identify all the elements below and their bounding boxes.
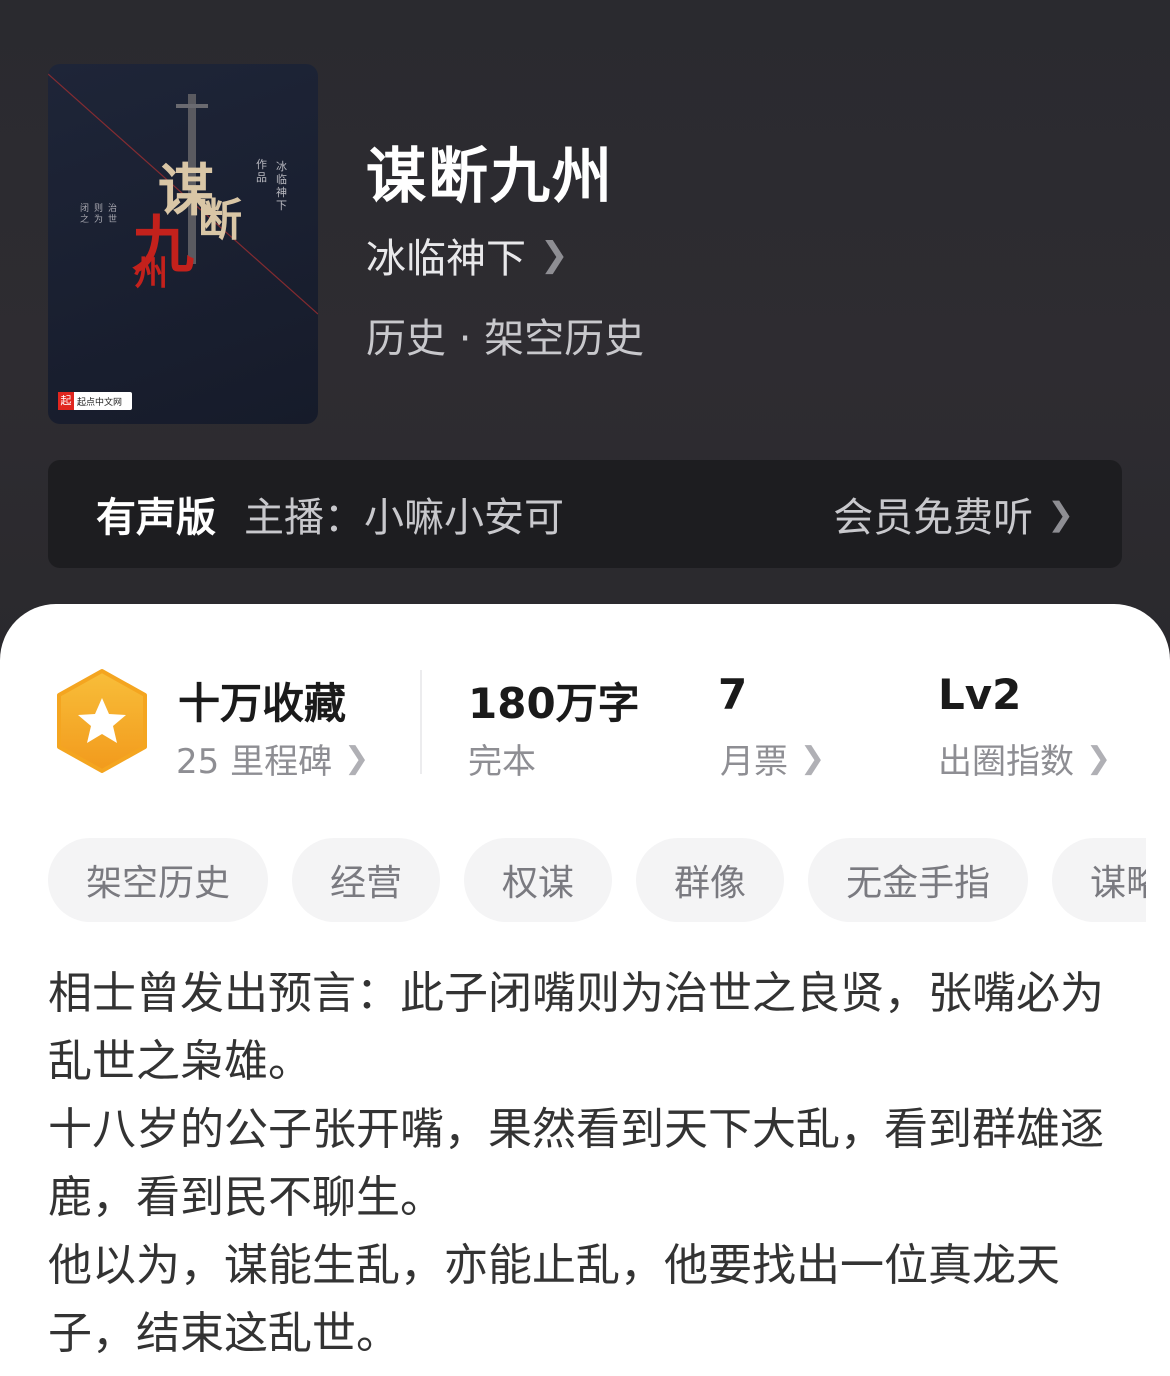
book-cover[interactable]: 谋 断 九 州 冰临神下 作品 闭之 则为 治世 起 起点中文网 xyxy=(48,64,318,424)
synopsis-paragraph: 相士曾发出预言：此子闭嘴则为治世之良贤，张嘴必为乱世之枭雄。 xyxy=(48,968,1104,1087)
author-link[interactable]: 冰临神下 ❯ xyxy=(366,226,569,284)
book-synopsis[interactable]: 相士曾发出预言：此子闭嘴则为治世之良贤，张嘴必为乱世之枭雄。 十八岁的公子张开嘴… xyxy=(48,960,1122,1368)
chevron-right-icon: ❯ xyxy=(540,235,569,275)
member-free-listen-button[interactable]: 会员免费听 xyxy=(833,485,1033,543)
stats-divider xyxy=(420,670,422,774)
audio-host: 主播：小嘛小安可 xyxy=(244,495,564,541)
word-count: 180万字 xyxy=(468,679,640,728)
stats-row: 十万收藏 25 里程碑 ❯ 180万字 完本 7 月票 ❯ Lv2 出圈指数 ❯ xyxy=(0,604,1170,804)
book-info-card: 十万收藏 25 里程碑 ❯ 180万字 完本 7 月票 ❯ Lv2 出圈指数 ❯… xyxy=(0,604,1170,1376)
tag-chip[interactable]: 无金手指 xyxy=(808,838,1029,922)
tag-chip[interactable]: 谋略 xyxy=(1052,838,1146,922)
synopsis-paragraph: 他以为，谋能生乱，亦能止乱，他要找出一位真龙天子，结束这乱世。 xyxy=(48,1240,1060,1359)
popularity-index-link[interactable]: 出圈指数 ❯ xyxy=(938,734,1111,783)
cover-blurb-col-3: 治世 xyxy=(108,204,118,225)
chevron-right-icon: ❯ xyxy=(344,741,370,776)
star-badge-icon xyxy=(57,669,147,773)
tag-chip[interactable]: 经营 xyxy=(292,838,441,922)
cover-title-char-4: 州 xyxy=(134,254,168,294)
publisher-logo-icon: 起 xyxy=(58,392,74,410)
chevron-right-icon: ❯ xyxy=(800,741,826,776)
cover-title-char-2: 断 xyxy=(198,195,242,246)
audio-edition-label: 有声版 xyxy=(96,495,216,541)
tag-chip[interactable]: 权谋 xyxy=(464,838,613,922)
publisher-logo-text: 起点中文网 xyxy=(77,397,123,408)
completion-status: 完本 xyxy=(468,734,536,783)
collect-count: 十万收藏 xyxy=(178,679,347,728)
popularity-index-label: 出圈指数 xyxy=(938,742,1074,782)
audio-edition-bar[interactable]: 有声版 主播：小嘛小安可 会员免费听 ❯ xyxy=(48,460,1122,568)
book-title: 谋断九州 xyxy=(366,142,614,212)
synopsis-paragraph: 十八岁的公子张开嘴，果然看到天下大乱，看到群雄逐鹿，看到民不聊生。 xyxy=(48,1104,1104,1223)
milestone-link[interactable]: 25 里程碑 ❯ xyxy=(176,734,369,783)
monthly-ticket-label: 月票 xyxy=(720,742,788,782)
publisher-logo: 起 起点中文网 xyxy=(58,392,132,410)
popularity-level: Lv2 xyxy=(938,670,1022,719)
tag-chip[interactable]: 群像 xyxy=(636,838,785,922)
cover-author: 冰临神下 xyxy=(276,160,287,212)
cover-works-label: 作品 xyxy=(256,158,267,184)
chevron-right-icon: ❯ xyxy=(1086,741,1112,776)
milestone-label: 25 里程碑 xyxy=(176,742,333,782)
chevron-right-icon: ❯ xyxy=(1047,495,1074,533)
author-name: 冰临神下 xyxy=(366,236,526,282)
book-header: 谋 断 九 州 冰临神下 作品 闭之 则为 治世 起 起点中文网 谋断九州 冰临… xyxy=(0,0,1170,660)
book-genre: 历史 · 架空历史 xyxy=(366,316,645,362)
cover-blurb-col-1: 闭之 xyxy=(80,204,90,225)
tag-chip[interactable]: 架空历史 xyxy=(48,838,269,922)
monthly-ticket-link[interactable]: 月票 ❯ xyxy=(720,734,825,783)
completion-label: 完本 xyxy=(468,742,536,782)
cover-blurb-col-2: 则为 xyxy=(94,204,104,225)
monthly-ticket-count: 7 xyxy=(718,670,748,719)
tag-list: 架空历史 经营 权谋 群像 无金手指 谋略 xyxy=(48,838,1146,922)
